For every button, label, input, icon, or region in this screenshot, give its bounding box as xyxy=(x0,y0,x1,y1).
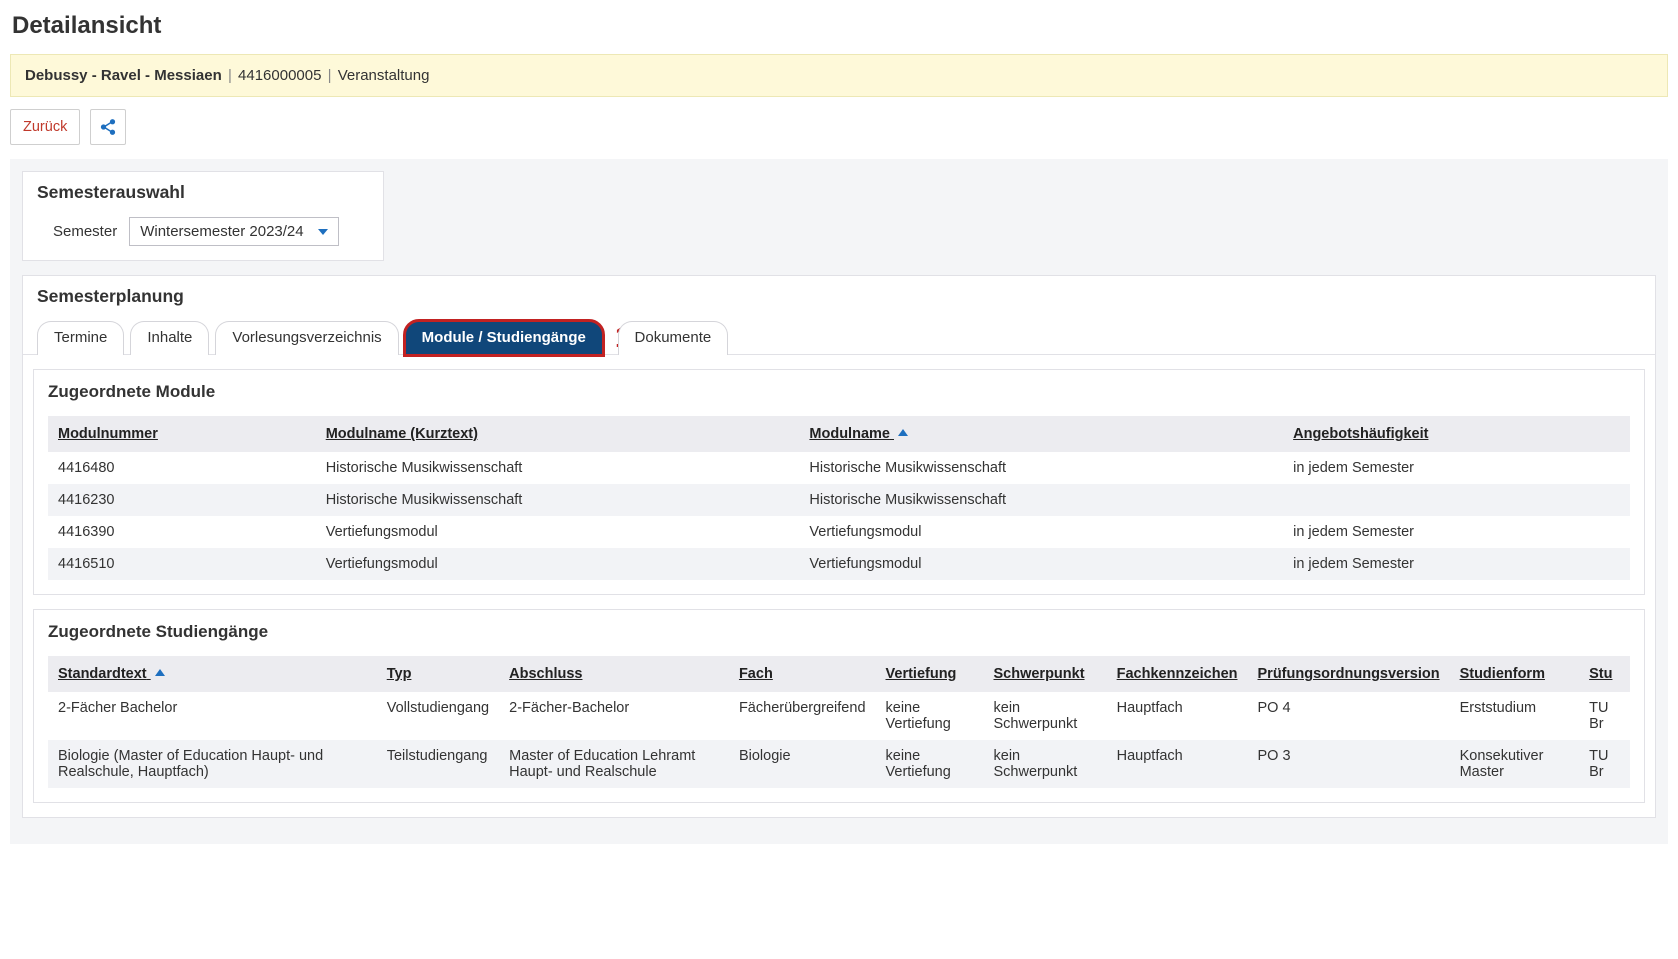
table-cell: Erststudium xyxy=(1450,692,1580,740)
column-header[interactable]: Modulname (Kurztext) xyxy=(316,416,800,452)
table-row: 4416480Historische MusikwissenschaftHist… xyxy=(48,452,1630,484)
column-header[interactable]: Prüfungsordnungsversion xyxy=(1248,656,1450,692)
info-banner: Debussy - Ravel - Messiaen | 4416000005 … xyxy=(10,54,1668,97)
column-header[interactable]: Vertiefung xyxy=(876,656,984,692)
content-area: Semesterauswahl Semester Wintersemester … xyxy=(10,159,1668,844)
table-cell: 4416230 xyxy=(48,484,316,516)
semester-select-panel: Semesterauswahl Semester Wintersemester … xyxy=(22,171,384,261)
table-cell: Historische Musikwissenschaft xyxy=(316,484,800,516)
column-header[interactable]: Angebotshäufigkeit xyxy=(1283,416,1630,452)
back-button[interactable]: Zurück xyxy=(10,109,80,145)
table-cell xyxy=(1283,484,1630,516)
table-cell: in jedem Semester xyxy=(1283,516,1630,548)
tab-termine[interactable]: Termine xyxy=(37,321,124,355)
table-cell: Vertiefungsmodul xyxy=(316,548,800,580)
table-cell: 4416390 xyxy=(48,516,316,548)
column-header[interactable]: Schwerpunkt xyxy=(984,656,1107,692)
courses-heading: Zugeordnete Studiengänge xyxy=(34,610,1644,648)
table-cell: Vertiefungsmodul xyxy=(799,516,1283,548)
table-cell: Hauptfach xyxy=(1107,740,1248,788)
table-cell: Teilstudiengang xyxy=(377,740,499,788)
table-row: 2-Fächer BachelorVollstudiengang2-Fächer… xyxy=(48,692,1630,740)
table-cell: Fächerübergreifend xyxy=(729,692,876,740)
table-cell: Biologie xyxy=(729,740,876,788)
table-row: 4416510VertiefungsmodulVertiefungsmoduli… xyxy=(48,548,1630,580)
table-cell: Historische Musikwissenschaft xyxy=(799,484,1283,516)
page-title: Detailansicht xyxy=(12,12,1666,40)
table-cell: in jedem Semester xyxy=(1283,452,1630,484)
table-cell: Master of Education Lehramt Haupt- und R… xyxy=(499,740,729,788)
column-header[interactable]: Fachkennzeichen xyxy=(1107,656,1248,692)
banner-course-code: 4416000005 xyxy=(238,67,321,84)
table-cell: 4416480 xyxy=(48,452,316,484)
table-cell: Vertiefungsmodul xyxy=(799,548,1283,580)
table-cell: 2-Fächer-Bachelor xyxy=(499,692,729,740)
table-cell: 4416510 xyxy=(48,548,316,580)
table-cell: Hauptfach xyxy=(1107,692,1248,740)
table-cell: PO 3 xyxy=(1248,740,1450,788)
table-row: 4416390VertiefungsmodulVertiefungsmoduli… xyxy=(48,516,1630,548)
column-header[interactable]: Typ xyxy=(377,656,499,692)
modules-table: ModulnummerModulname (Kurztext)Modulname… xyxy=(48,416,1630,580)
table-cell: Historische Musikwissenschaft xyxy=(799,452,1283,484)
banner-course-type: Veranstaltung xyxy=(338,67,430,84)
action-row: Zurück xyxy=(10,107,1668,159)
column-header[interactable]: Studienform xyxy=(1450,656,1580,692)
column-header[interactable]: Standardtext xyxy=(48,656,377,692)
column-header[interactable]: Stu xyxy=(1579,656,1630,692)
share-button[interactable] xyxy=(90,109,126,145)
table-cell: keine Vertiefung xyxy=(876,692,984,740)
table-cell: Konsekutiver Master xyxy=(1450,740,1580,788)
sort-asc-icon xyxy=(155,669,165,676)
table-cell: in jedem Semester xyxy=(1283,548,1630,580)
courses-section: Zugeordnete Studiengänge Standardtext Ty… xyxy=(33,609,1645,803)
table-cell: TU Br xyxy=(1579,740,1630,788)
column-header[interactable]: Abschluss xyxy=(499,656,729,692)
table-cell: keine Vertiefung xyxy=(876,740,984,788)
semester-select-heading: Semesterauswahl xyxy=(23,172,383,209)
table-row: 4416230Historische MusikwissenschaftHist… xyxy=(48,484,1630,516)
table-cell: kein Schwerpunkt xyxy=(984,740,1107,788)
share-icon xyxy=(99,118,117,136)
courses-table: Standardtext TypAbschlussFachVertiefungS… xyxy=(48,656,1630,788)
table-cell: Historische Musikwissenschaft xyxy=(316,452,800,484)
modules-heading: Zugeordnete Module xyxy=(34,370,1644,408)
table-cell: kein Schwerpunkt xyxy=(984,692,1107,740)
tab-inhalte[interactable]: Inhalte xyxy=(130,321,209,355)
tab-module-studiengaenge[interactable]: Module / Studiengänge xyxy=(405,321,603,355)
banner-course-title: Debussy - Ravel - Messiaen xyxy=(25,67,222,84)
semester-select[interactable]: Wintersemester 2023/24 xyxy=(129,217,338,246)
tab-dokumente[interactable]: Dokumente xyxy=(618,321,729,355)
column-header[interactable]: Modulname xyxy=(799,416,1283,452)
semesterplanung-panel: Semesterplanung Termine Inhalte Vorlesun… xyxy=(22,275,1656,818)
table-row: Biologie (Master of Education Haupt- und… xyxy=(48,740,1630,788)
semester-select-value: Wintersemester 2023/24 xyxy=(140,223,303,240)
tab-bar: Termine Inhalte Vorlesungsverzeichnis Mo… xyxy=(23,313,1655,355)
semester-label: Semester xyxy=(53,223,117,240)
table-cell: Biologie (Master of Education Haupt- und… xyxy=(48,740,377,788)
column-header[interactable]: Fach xyxy=(729,656,876,692)
table-cell: 2-Fächer Bachelor xyxy=(48,692,377,740)
table-cell: Vertiefungsmodul xyxy=(316,516,800,548)
table-cell: TU Br xyxy=(1579,692,1630,740)
modules-section: Zugeordnete Module ModulnummerModulname … xyxy=(33,369,1645,595)
table-cell: Vollstudiengang xyxy=(377,692,499,740)
sort-asc-icon xyxy=(898,429,908,436)
table-cell: PO 4 xyxy=(1248,692,1450,740)
semesterplanung-heading: Semesterplanung xyxy=(23,276,1655,313)
column-header[interactable]: Modulnummer xyxy=(48,416,316,452)
tab-vorlesungsverzeichnis[interactable]: Vorlesungsverzeichnis xyxy=(215,321,398,355)
